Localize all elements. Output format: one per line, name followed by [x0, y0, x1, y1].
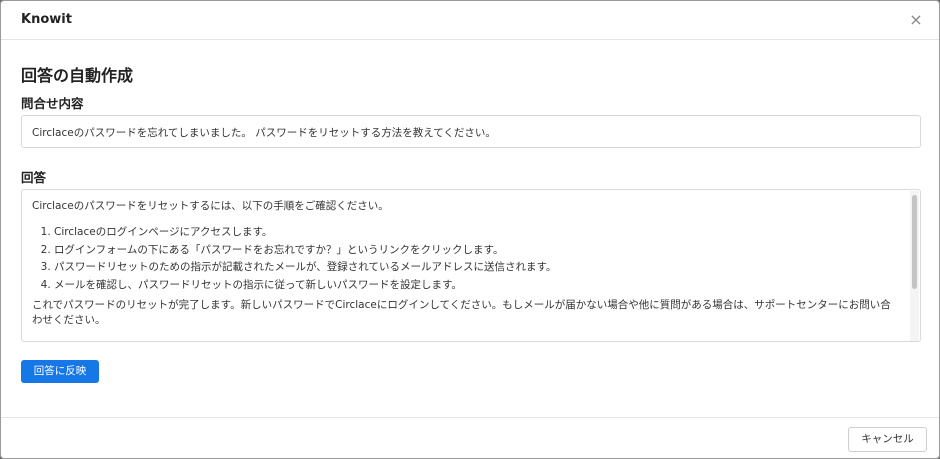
answer-intro: Circlaceのパスワードをリセットするには、以下の手順をご確認ください。 — [32, 200, 389, 212]
apply-answer-button[interactable]: 回答に反映 — [21, 360, 99, 383]
dialog-header: Knowit × — [1, 1, 939, 40]
close-icon[interactable]: × — [907, 11, 925, 29]
answer-label: 回答 — [21, 170, 47, 185]
answer-steps-list: Circlaceのログインページにアクセスします。 ログインフォームの下にある「… — [32, 224, 906, 294]
answer-textarea[interactable]: Circlaceのパスワードをリセットするには、以下の手順をご確認ください。 C… — [21, 189, 921, 342]
dialog-footer: キャンセル — [1, 417, 939, 458]
page-title: 回答の自動作成 — [21, 66, 134, 85]
answer-scrollbar[interactable] — [910, 191, 919, 341]
answer-step: ログインフォームの下にある「パスワードをお忘れですか？」というリンクをクリックし… — [54, 242, 906, 260]
cancel-button[interactable]: キャンセル — [848, 427, 927, 452]
answer-step: メールを確認し、パスワードリセットの指示に従って新しいパスワードを設定します。 — [54, 277, 906, 295]
scrollbar-thumb[interactable] — [912, 195, 917, 289]
dialog-title: Knowit — [21, 12, 72, 27]
answer-step: Circlaceのログインページにアクセスします。 — [54, 224, 906, 242]
answer-step: パスワードリセットのための指示が記載されたメールが、登録されているメールアドレス… — [54, 259, 906, 277]
inquiry-field[interactable]: Circlaceのパスワードを忘れてしまいました。 パスワードをリセットする方法… — [21, 115, 921, 148]
answer-generation-dialog: Knowit × 回答の自動作成 問合せ内容 Circlaceのパスワードを忘れ… — [0, 0, 940, 459]
inquiry-label: 問合せ内容 — [21, 96, 84, 111]
answer-closing: これでパスワードのリセットが完了します。新しいパスワードでCirclaceにログ… — [32, 299, 891, 326]
